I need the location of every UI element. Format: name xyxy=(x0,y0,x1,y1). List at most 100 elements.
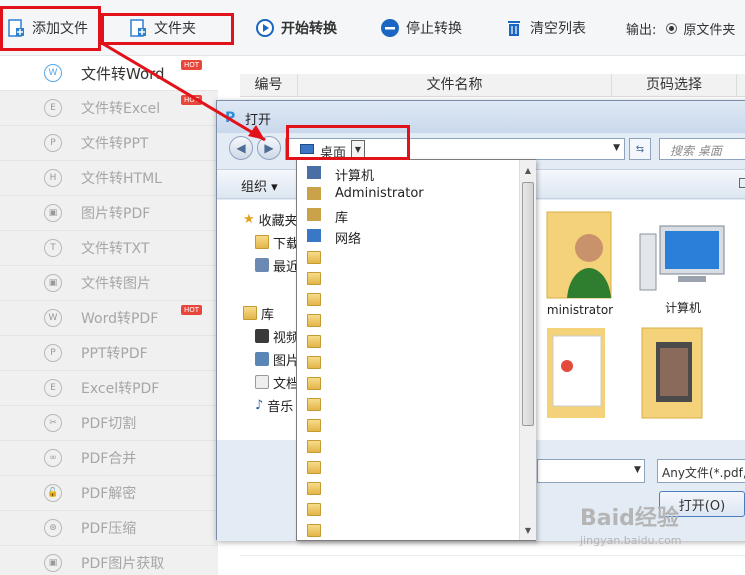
refresh-button[interactable]: ⇆ xyxy=(629,138,651,160)
sidebar-item-icon: W xyxy=(44,64,62,82)
stop-convert-button[interactable]: 停止转换 xyxy=(380,12,462,44)
sidebar-item-icon: 🔓 xyxy=(44,484,62,502)
redacted-folder-name xyxy=(335,378,437,390)
forward-button[interactable]: ▶ xyxy=(257,136,281,160)
sidebar-item[interactable]: P 文件转PPT xyxy=(0,126,218,161)
column-filename[interactable]: 文件名称 xyxy=(298,74,612,97)
sidebar-item[interactable]: 🔓 PDF解密 xyxy=(0,476,218,511)
dropdown-folder-item[interactable] xyxy=(297,458,519,478)
back-button[interactable]: ◀ xyxy=(229,136,253,160)
tile-administrator[interactable]: ministrator xyxy=(535,210,625,317)
dropdown-folder-item[interactable] xyxy=(297,311,519,331)
filename-input[interactable]: ▼ xyxy=(537,459,645,483)
dropdown-folder-item[interactable] xyxy=(297,290,519,310)
tile-document-1[interactable] xyxy=(535,326,615,429)
folder-icon xyxy=(307,314,321,327)
recent-places-icon xyxy=(255,258,269,272)
file-table-header: 编号 文件名称 页码选择 xyxy=(240,74,745,97)
dropdown-folder-item[interactable] xyxy=(297,521,519,541)
nav-videos[interactable]: 视频 xyxy=(255,327,299,346)
dropdown-folder-item[interactable] xyxy=(297,353,519,373)
redacted-folder-name xyxy=(335,315,416,327)
forward-arrow-icon: ▶ xyxy=(264,141,274,155)
location-dropdown-toggle[interactable]: ▼ xyxy=(351,140,365,158)
output-label: 输出: xyxy=(626,22,657,38)
sidebar: W 文件转Word HOT E 文件转Excel HOT P 文件转PPT H 文件转HTML ▣ 图… xyxy=(0,56,218,575)
nav-documents[interactable]: 文档 xyxy=(255,373,299,392)
dropdown-item[interactable]: 网络 xyxy=(297,226,519,247)
sidebar-item[interactable]: W 文件转Word HOT xyxy=(0,56,218,91)
scroll-thumb[interactable] xyxy=(522,182,534,426)
search-input[interactable]: 搜索 桌面 xyxy=(659,138,745,160)
file-view-pane: ministrator 计算机 xyxy=(535,200,745,440)
clear-list-button[interactable]: 清空列表 xyxy=(504,12,586,44)
watermark: Baid经验 jingyan.baidu.com xyxy=(580,500,682,547)
scroll-up-icon[interactable]: ▲ xyxy=(523,166,533,176)
sidebar-item[interactable]: ∞ PDF合并 xyxy=(0,441,218,476)
organize-menu[interactable]: 组织 ▾ xyxy=(241,176,278,195)
nav-recent[interactable]: 最近 xyxy=(255,256,299,275)
dropdown-folder-item[interactable] xyxy=(297,437,519,457)
music-icon: ♪ xyxy=(255,397,264,413)
preview-pane-icon[interactable] xyxy=(739,178,745,188)
app-window: 添加文件 文件夹 开始转换 停止转换 清空列表 输出: 原文件夹 W 文件转Wor… xyxy=(0,0,745,575)
sidebar-item[interactable]: ⊛ PDF压缩 xyxy=(0,511,218,546)
dropdown-folder-item[interactable] xyxy=(297,332,519,352)
add-file-button[interactable]: 添加文件 xyxy=(6,12,88,44)
redacted-folder-name xyxy=(335,399,474,411)
folder-icon xyxy=(307,251,321,264)
dropdown-folder-item[interactable] xyxy=(297,269,519,289)
redacted-folder-name xyxy=(335,420,421,432)
start-convert-button[interactable]: 开始转换 xyxy=(255,12,337,44)
nav-music[interactable]: ♪ 音乐 xyxy=(255,396,293,415)
file-type-select[interactable]: Any文件(*.pdf,*. xyxy=(657,459,745,483)
sidebar-item[interactable]: H 文件转HTML xyxy=(0,161,218,196)
output-option-label: 原文件夹 xyxy=(683,22,736,38)
dropdown-folder-item[interactable] xyxy=(297,395,519,415)
dropdown-folder-item[interactable] xyxy=(297,416,519,436)
folder-icon xyxy=(307,482,321,495)
dropdown-item[interactable]: Administrator xyxy=(297,184,519,204)
sidebar-item-label: PDF切割 xyxy=(81,416,137,432)
dropdown-item[interactable]: 计算机 xyxy=(297,163,519,184)
tile-computer[interactable]: 计算机 xyxy=(633,220,733,316)
sidebar-item[interactable]: W Word转PDF HOT xyxy=(0,301,218,336)
sidebar-item-icon: ∞ xyxy=(44,449,62,467)
address-bar[interactable]: 桌面 ▼ ▼ xyxy=(285,138,625,161)
address-history-toggle[interactable]: ▼ xyxy=(613,143,620,153)
nav-library[interactable]: 库 xyxy=(243,304,274,323)
sidebar-item[interactable]: T 文件转TXT xyxy=(0,231,218,266)
stop-icon xyxy=(381,19,399,37)
sidebar-item[interactable]: ▣ PDF图片获取 xyxy=(0,546,218,575)
dropdown-folder-item[interactable] xyxy=(297,374,519,394)
column-number[interactable]: 编号 xyxy=(240,74,298,97)
nav-downloads[interactable]: 下载 xyxy=(255,233,299,252)
tile-photo-folder[interactable] xyxy=(635,326,715,429)
column-page-select[interactable]: 页码选择 xyxy=(612,74,737,97)
sidebar-item[interactable]: ✂ PDF切割 xyxy=(0,406,218,441)
redacted-folder-name xyxy=(335,483,442,495)
redacted-folder-name xyxy=(335,462,405,474)
output-radio[interactable] xyxy=(666,22,678,34)
nav-pictures[interactable]: 图片 xyxy=(255,350,299,369)
nav-favorites[interactable]: ★ 收藏夹 xyxy=(243,210,298,229)
sidebar-item[interactable]: E 文件转Excel HOT xyxy=(0,91,218,126)
hot-badge: HOT xyxy=(181,305,203,315)
sidebar-item[interactable]: ▣ 图片转PDF xyxy=(0,196,218,231)
library-icon xyxy=(243,306,257,320)
sidebar-item[interactable]: P PPT转PDF xyxy=(0,336,218,371)
scroll-down-icon[interactable]: ▼ xyxy=(523,526,533,536)
dropdown-folder-item[interactable] xyxy=(297,479,519,499)
add-folder-button[interactable]: 文件夹 xyxy=(128,12,196,44)
sidebar-item[interactable]: ▣ 文件转图片 xyxy=(0,266,218,301)
sidebar-item-icon: ✂ xyxy=(44,414,62,432)
sidebar-item-label: 文件转Excel xyxy=(81,101,161,117)
redacted-folder-name xyxy=(335,294,469,306)
folder-icon xyxy=(307,419,321,432)
sidebar-item[interactable]: E Excel转PDF xyxy=(0,371,218,406)
dropdown-scrollbar[interactable]: ▲ ▼ xyxy=(519,160,536,540)
dialog-title: 打开 xyxy=(245,113,272,128)
dropdown-folder-item[interactable] xyxy=(297,500,519,520)
dropdown-folder-item[interactable] xyxy=(297,248,519,268)
dropdown-item[interactable]: 库 xyxy=(297,205,519,226)
